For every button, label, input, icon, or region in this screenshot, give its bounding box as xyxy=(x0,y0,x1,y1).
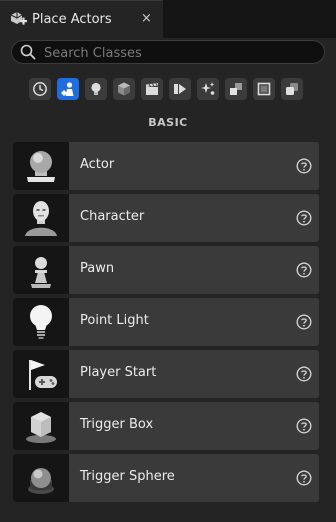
search-box[interactable] xyxy=(11,40,325,64)
help-icon[interactable] xyxy=(296,366,312,382)
help-icon[interactable] xyxy=(296,210,312,226)
place-actors-icon xyxy=(10,12,27,25)
list-item-point-light[interactable]: Point Light xyxy=(13,298,319,346)
help-icon[interactable] xyxy=(296,418,312,434)
list-item-character[interactable]: Character xyxy=(13,194,319,242)
search-icon xyxy=(20,44,36,60)
item-label: Pawn xyxy=(80,261,115,276)
tab-title: Place Actors xyxy=(32,12,112,27)
basic-actor-icon xyxy=(61,82,74,96)
square-frame-icon xyxy=(257,82,271,96)
category-cinematic[interactable] xyxy=(141,78,163,100)
stacked-layers-icon xyxy=(286,83,298,95)
search-input[interactable] xyxy=(42,42,316,64)
play-box-icon xyxy=(174,84,186,94)
thumbnail xyxy=(13,454,69,502)
tab-bar: Place Actors × xyxy=(0,0,336,38)
category-basic[interactable] xyxy=(57,78,79,100)
trigger-box-icon xyxy=(26,412,56,443)
clapperboard-icon xyxy=(146,83,158,95)
light-bulb-icon xyxy=(91,82,101,95)
list-item-trigger-sphere[interactable]: Trigger Sphere xyxy=(13,454,319,502)
character-bust-icon xyxy=(25,201,57,236)
thumbnail xyxy=(13,142,69,190)
list-item-player-start[interactable]: Player Start xyxy=(13,350,319,398)
thumbnail xyxy=(13,194,69,242)
category-geometry[interactable] xyxy=(225,78,247,100)
category-recently-placed[interactable] xyxy=(29,78,51,100)
category-lights[interactable] xyxy=(85,78,107,100)
item-label: Trigger Sphere xyxy=(80,469,175,484)
list-item-pawn[interactable]: Pawn xyxy=(13,246,319,294)
category-all-classes[interactable] xyxy=(281,78,303,100)
place-actors-panel: BASIC Actor xyxy=(0,38,336,522)
volumes-icon xyxy=(230,83,242,95)
clock-icon xyxy=(33,82,47,96)
trigger-sphere-icon xyxy=(28,468,54,494)
help-icon[interactable] xyxy=(296,262,312,278)
category-visual-effects[interactable] xyxy=(169,78,191,100)
thumbnail xyxy=(13,298,69,346)
category-shapes[interactable] xyxy=(113,78,135,100)
section-label: BASIC xyxy=(148,116,188,129)
list-item-actor[interactable]: Actor xyxy=(13,142,319,190)
list-item-trigger-box[interactable]: Trigger Box xyxy=(13,402,319,450)
actor-sphere-icon xyxy=(27,151,55,182)
help-icon[interactable] xyxy=(296,158,312,174)
cube-icon xyxy=(118,82,130,96)
point-light-bulb-icon xyxy=(30,305,52,339)
tab-place-actors[interactable]: Place Actors × xyxy=(0,0,163,38)
category-volumes[interactable] xyxy=(253,78,275,100)
item-label: Actor xyxy=(80,157,115,172)
pawn-icon xyxy=(31,257,51,288)
close-icon[interactable]: × xyxy=(141,11,152,26)
category-effects[interactable] xyxy=(197,78,219,100)
item-label: Trigger Box xyxy=(80,417,154,432)
item-label: Point Light xyxy=(80,313,149,328)
item-label: Player Start xyxy=(80,365,157,380)
sparkle-icon xyxy=(201,82,215,95)
thumbnail xyxy=(13,402,69,450)
player-start-flag-icon xyxy=(29,360,57,390)
help-icon[interactable] xyxy=(296,470,312,486)
help-icon[interactable] xyxy=(296,314,312,330)
thumbnail xyxy=(13,350,69,398)
item-label: Character xyxy=(80,209,145,224)
thumbnail xyxy=(13,246,69,294)
